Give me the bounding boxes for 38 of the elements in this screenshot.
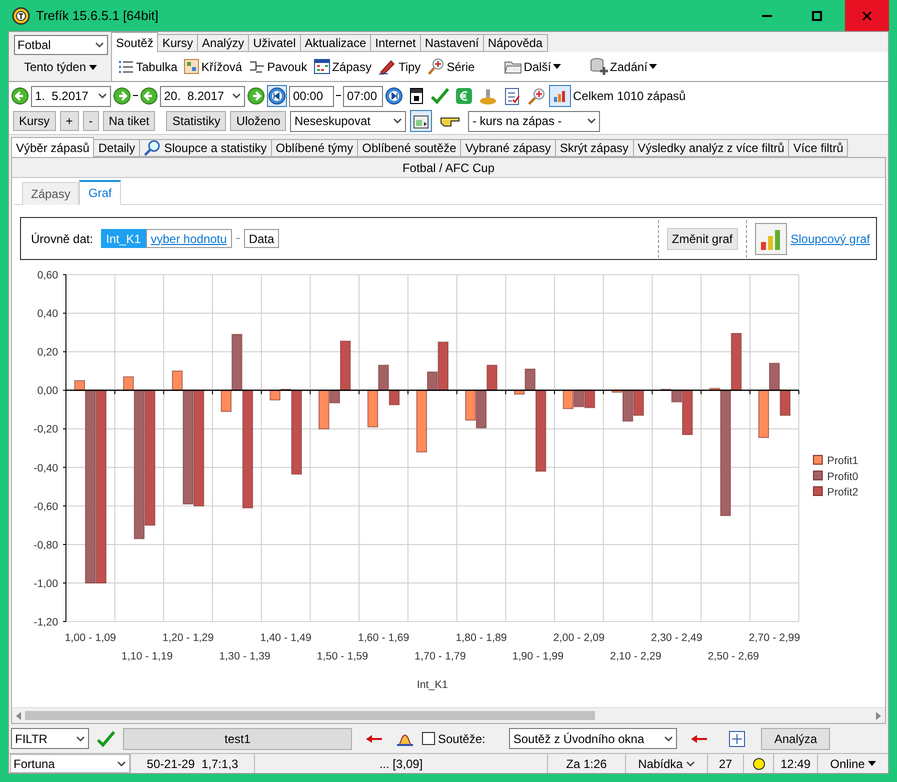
countdown-text: Za 1:26 — [548, 754, 626, 773]
axis-tick-label: 1,40 - 1,49 — [260, 632, 312, 644]
axis-tick-label: 1,80 - 1,89 — [456, 632, 507, 644]
axis-tick-label: 1,20 - 1,29 — [162, 632, 214, 644]
axis-tick-label: -0,80 — [34, 539, 58, 552]
count-text: 27 — [708, 754, 744, 773]
window-title: Trefík 15.6.5.1 [64bit] — [36, 8, 160, 23]
legend-label: Profit1 — [827, 455, 858, 468]
axis-tick-label: 1,60 - 1,69 — [358, 632, 410, 644]
axis-tick-label: 1,30 - 1,39 — [219, 650, 270, 663]
axis-tick-label: 2,50 - 2,69 — [708, 650, 760, 663]
axis-tick-label: 2,10 - 2,29 — [610, 650, 662, 663]
axis-tick-label: 0,20 — [37, 346, 58, 359]
axis-tick-label: -0,60 — [34, 500, 58, 513]
axis-tick-label: 1,50 - 1,59 — [316, 650, 368, 663]
axis-tick-label: 0,40 — [37, 308, 58, 320]
axis-tick-label: 0,60 — [37, 270, 58, 282]
axis-tick-label: 1,00 - 1,09 — [64, 632, 116, 644]
axis-tick-label: 0,00 — [37, 385, 58, 398]
clock-text: 12:49 — [774, 754, 818, 773]
axis-tick-label: 2,00 - 2,09 — [553, 632, 605, 644]
axis-tick-label: -1,20 — [34, 616, 58, 628]
match-count-text: Celkem 1010 zápasů — [573, 89, 686, 103]
axis-title: Int_K1 — [416, 679, 448, 691]
panel-title: Fotbal / AFC Cup — [12, 158, 885, 178]
axis-tick-label: 2,70 - 2,99 — [748, 632, 800, 644]
axis-tick-label: 1,10 - 1,19 — [121, 650, 173, 663]
record-text: 50-21-29 1,7:1,3 — [131, 754, 255, 773]
legend-label: Profit2 — [827, 486, 858, 498]
axis-tick-label: 1,90 - 1,99 — [512, 650, 564, 663]
axis-tick-label: 2,30 - 2,49 — [651, 632, 702, 644]
axis-tick-label: 1,70 - 1,79 — [414, 650, 466, 663]
axis-tick-label: -0,40 — [34, 462, 58, 474]
axis-tick-label: -0,20 — [34, 424, 58, 436]
data-levels-label: Úrovně dat: — [31, 232, 94, 246]
legend-label: Profit0 — [827, 470, 858, 483]
average-text: ... [3,09] — [255, 754, 548, 773]
axis-tick-label: -1,00 — [34, 578, 58, 590]
